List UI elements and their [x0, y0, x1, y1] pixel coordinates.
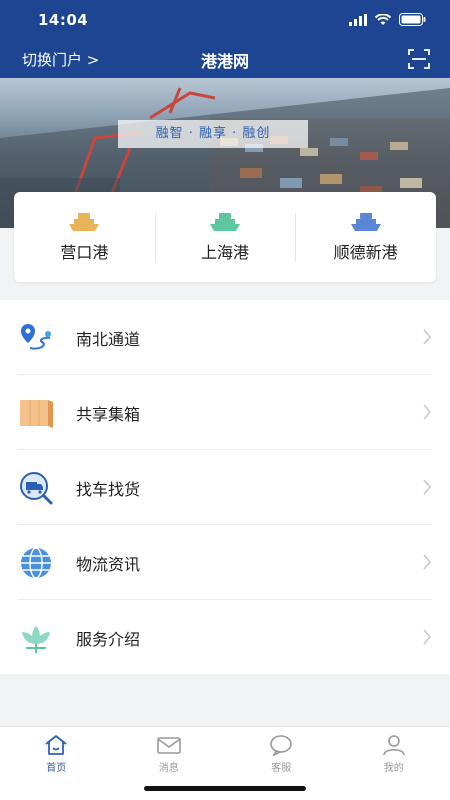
mail-icon [156, 737, 181, 754]
menu-label: 物流资讯 [76, 554, 141, 574]
nav-bar: 切换门户 > 港港网 [0, 40, 450, 78]
container-icon [20, 399, 53, 428]
banner-slogan: 融智 · 融享 · 融创 [118, 120, 308, 148]
route-pin-icon [21, 323, 51, 349]
switch-portal-button[interactable]: 切换门户 > [22, 49, 99, 70]
ship-icon [210, 213, 240, 231]
scan-icon[interactable] [408, 49, 430, 69]
user-icon [382, 735, 405, 756]
port-selector-card: 营口港 上海港 顺德新港 [14, 192, 436, 282]
ship-icon [350, 213, 381, 231]
menu-label: 南北通道 [76, 329, 141, 349]
port-item-shanghai[interactable]: 上海港 [154, 192, 296, 282]
menu-item-shared-container[interactable]: 共享集箱 [0, 375, 450, 450]
status-time: 14:04 [38, 11, 89, 29]
chevron-right-icon [423, 404, 431, 420]
chat-icon [270, 735, 293, 756]
menu-label: 找车找货 [76, 479, 141, 499]
signal-icon [349, 13, 367, 26]
menu-label: 服务介绍 [76, 629, 141, 649]
menu-item-find-truck-cargo[interactable]: 找车找货 [0, 450, 450, 525]
menu-list: 南北通道 共享集箱 找车找货 物流资讯 服务介绍 [0, 300, 450, 674]
port-item-shunde[interactable]: 顺德新港 [295, 192, 436, 282]
chevron-right-icon [423, 554, 431, 570]
menu-item-logistics-news[interactable]: 物流资讯 [0, 525, 450, 600]
tab-profile[interactable]: 我的 [338, 727, 450, 800]
globe-icon [21, 546, 51, 579]
home-icon [45, 735, 67, 755]
tab-label: 消息 [158, 763, 179, 774]
ship-icon [69, 213, 100, 231]
status-icons [349, 13, 426, 26]
port-label: 营口港 [60, 243, 109, 262]
menu-label: 共享集箱 [76, 404, 141, 424]
port-label: 上海港 [201, 243, 250, 262]
tab-label: 首页 [46, 763, 67, 774]
chevron-right-icon [423, 479, 431, 495]
port-item-yingkou[interactable]: 营口港 [14, 192, 155, 282]
tab-home[interactable]: 首页 [0, 727, 113, 800]
menu-item-service-intro[interactable]: 服务介绍 [0, 600, 450, 675]
tab-label: 我的 [383, 763, 404, 774]
wifi-icon [375, 13, 391, 25]
chevron-right-icon [423, 629, 431, 645]
lotus-icon [22, 625, 50, 653]
truck-search-icon [20, 471, 53, 504]
battery-icon [399, 13, 426, 26]
status-bar: 14:04 [0, 0, 450, 40]
menu-item-north-south-channel[interactable]: 南北通道 [0, 300, 450, 375]
home-indicator [144, 786, 306, 791]
chevron-right-icon [423, 329, 431, 345]
tab-label: 客服 [271, 763, 292, 774]
port-label: 顺德新港 [333, 243, 398, 262]
